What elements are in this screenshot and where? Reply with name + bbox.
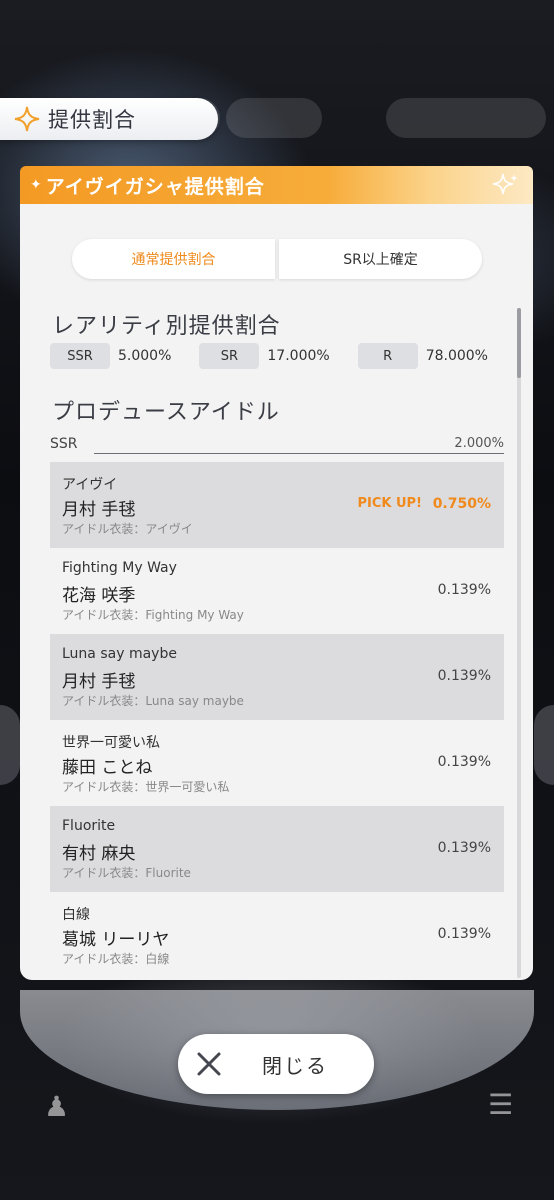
idol-name: 花海 咲季 [62,586,136,606]
close-button[interactable]: 閉じる [178,1034,374,1094]
rarity-section-title: レアリティ別提供割合 [52,314,281,339]
tab-sr-guaranteed[interactable]: SR以上確定 [279,239,482,279]
item-rate: 0.139% [437,668,491,684]
list-item: 白線 葛城 リーリヤ アイドル衣装：白線 0.139% [50,892,504,978]
song-title: アイヴイ [62,477,118,493]
song-title: Luna say maybe [62,646,177,662]
rarity-label: SR [199,343,260,369]
costume-label: アイドル衣装：Fluorite [62,866,191,880]
item-rate: 0.750% [432,496,491,512]
item-rate: 0.139% [437,840,491,856]
item-rate: 0.139% [437,582,491,598]
rates-panel: 通常提供割合 SR以上確定 レアリティ別提供割合 SSR 5.000% SR 1… [20,204,533,980]
item-rate: 0.139% [437,926,491,942]
screen-title: 提供割合 [48,108,136,132]
rate-tabs: 通常提供割合 SR以上確定 [72,239,482,279]
background-currency-pill [226,98,322,138]
costume-label: アイドル衣装：Luna say maybe [62,694,244,708]
song-title: 世界一可愛い私 [62,735,160,751]
group-label: SSR [50,436,78,452]
idol-section-title: プロデュースアイドル [52,400,280,425]
scrollbar-thumb[interactable] [517,308,521,378]
background-arrow-left [0,705,20,785]
song-title: 白線 [62,907,90,923]
song-title: Fluorite [62,818,116,834]
costume-label: アイドル衣装：世界一可愛い私 [62,780,230,794]
costume-label: アイドル衣装：アイヴイ [62,522,193,536]
list-item: 世界一可愛い私 藤田 ことね アイドル衣装：世界一可愛い私 0.139% [50,720,504,806]
rarity-rates: SSR 5.000% SR 17.000% R 78.000% [50,343,488,369]
background-menu-icon: ☰ [488,1088,514,1121]
list-item: Luna say maybe 月村 手毬 アイドル衣装：Luna say may… [50,634,504,720]
sparkle-icon: ✦ [30,177,42,193]
rarity-value: 78.000% [425,348,488,364]
list-item: アイヴイ 月村 手毬 アイドル衣装：アイヴイ PICK UP! 0.750% [50,462,504,548]
close-label: 閉じる [262,1053,328,1078]
background-character-icon: ♟ [44,1090,70,1123]
divider [94,453,504,454]
sparkle-icon [14,106,40,132]
rarity-label: SSR [50,343,110,369]
rarity-rate-sr: SR 17.000% [199,343,330,369]
background-arrow-right [534,705,554,785]
group-rate: 2.000% [454,436,504,451]
rarity-rate-ssr: SSR 5.000% [50,343,171,369]
idol-name: 葛城 リーリヤ [62,930,170,950]
idol-list: アイヴイ 月村 手毬 アイドル衣装：アイヴイ PICK UP! 0.750% F… [50,462,504,978]
costume-label: アイドル衣装：白線 [62,952,170,966]
ssr-group-header: SSR 2.000% [50,436,504,456]
background-currency-pill [386,98,546,138]
screen-title-tab: 提供割合 [0,98,218,140]
idol-name: 月村 手毬 [62,672,136,692]
rarity-value: 17.000% [267,348,330,364]
list-item: Fluorite 有村 麻央 アイドル衣装：Fluorite 0.139% [50,806,504,892]
rarity-label: R [357,343,418,369]
tab-normal-rates[interactable]: 通常提供割合 [72,239,275,279]
dialog-header: ✦ アイヴイガシャ提供割合 [20,166,533,204]
list-item: Fighting My Way 花海 咲季 アイドル衣装：Fighting My… [50,548,504,634]
song-title: Fighting My Way [62,560,177,576]
costume-label: アイドル衣装：Fighting My Way [62,608,244,622]
idol-name: 月村 手毬 [62,500,136,520]
pickup-badge: PICK UP! [357,496,422,511]
item-rate: 0.139% [437,754,491,770]
dialog-title: アイヴイガシャ提供割合 [45,175,265,198]
rarity-value: 5.000% [118,348,172,364]
sparkle-decoration-icon [492,173,518,195]
rarity-rate-r: R 78.000% [357,343,488,369]
close-icon [197,1052,221,1076]
idol-name: 有村 麻央 [62,844,136,864]
idol-name: 藤田 ことね [62,758,153,778]
scrollbar[interactable] [517,308,521,978]
